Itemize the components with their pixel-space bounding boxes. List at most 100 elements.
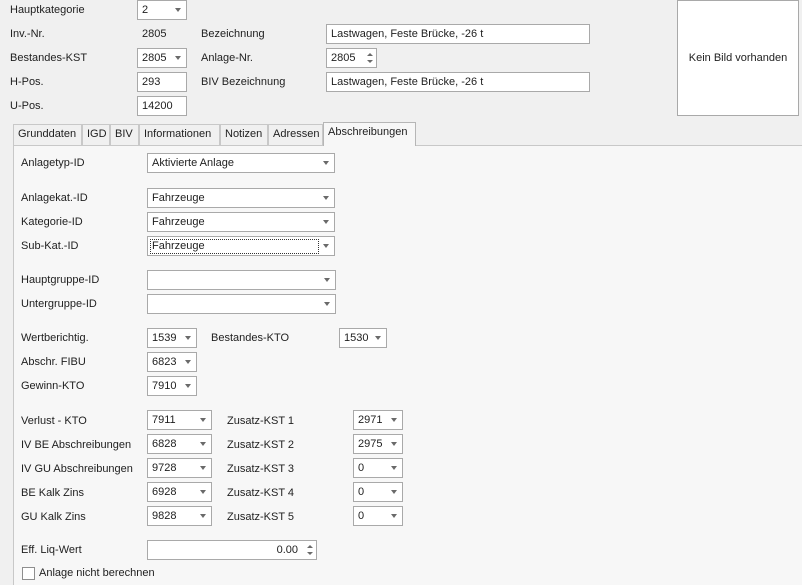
spinner-arrows-icon[interactable] xyxy=(306,542,314,558)
chevron-down-icon xyxy=(200,514,206,518)
zusatz-kst-4-select[interactable]: 0 xyxy=(353,482,403,502)
kategorie-select[interactable]: Fahrzeuge xyxy=(147,212,335,232)
gu-kalk-zins-value: 9828 xyxy=(152,510,177,522)
chevron-down-icon xyxy=(323,220,329,224)
anlagetyp-label: Anlagetyp-ID xyxy=(21,157,85,169)
anlagetyp-select[interactable]: Aktivierte Anlage xyxy=(147,153,335,173)
iv-gu-select[interactable]: 9728 xyxy=(147,458,212,478)
tab-adressen[interactable]: Adressen xyxy=(268,124,323,145)
tab-label: Grunddaten xyxy=(18,128,77,140)
hauptkategorie-select[interactable]: 2 xyxy=(137,0,187,20)
eff-liq-wert-label: Eff. Liq-Wert xyxy=(21,544,82,556)
subkat-select[interactable]: Fahrzeuge xyxy=(147,236,335,256)
tab-abschreibungen[interactable]: Abschreibungen xyxy=(323,122,416,146)
verlust-kto-select[interactable]: 7911 xyxy=(147,410,212,430)
anlagekat-label: Anlagekat.-ID xyxy=(21,192,88,204)
tab-notizen[interactable]: Notizen xyxy=(220,124,268,145)
h-pos-input[interactable]: 293 xyxy=(137,72,187,92)
anlage-nr-value: 2805 xyxy=(331,52,356,64)
hauptgruppe-select[interactable] xyxy=(147,270,336,290)
zusatz-kst-2-value: 2975 xyxy=(358,438,383,450)
tab-label: BIV xyxy=(115,128,133,140)
bezeichnung-label: Bezeichnung xyxy=(201,28,265,40)
iv-be-value: 6828 xyxy=(152,438,177,450)
chevron-down-icon xyxy=(324,278,330,282)
zusatz-kst-5-select[interactable]: 0 xyxy=(353,506,403,526)
chevron-down-icon xyxy=(323,244,329,248)
tab-igd[interactable]: IGD xyxy=(82,124,110,145)
iv-gu-value: 9728 xyxy=(152,462,177,474)
eff-liq-wert-spinner[interactable]: 0.00 xyxy=(147,540,317,560)
chevron-down-icon xyxy=(391,466,397,470)
zusatz-kst-4-label: Zusatz-KST 4 xyxy=(227,487,295,499)
gu-kalk-zins-select[interactable]: 9828 xyxy=(147,506,212,526)
gewinn-kto-value: 7910 xyxy=(152,380,177,392)
verlust-kto-label: Verlust - KTO xyxy=(21,415,87,427)
verlust-kto-value: 7911 xyxy=(152,414,176,426)
tab-label: Notizen xyxy=(225,128,263,140)
bestandes-kst-select[interactable]: 2805 xyxy=(137,48,187,68)
wertberichtig-select[interactable]: 1539 xyxy=(147,328,197,348)
chevron-down-icon xyxy=(185,336,191,340)
h-pos-value: 293 xyxy=(142,76,161,88)
image-placeholder-text: Kein Bild vorhanden xyxy=(688,52,788,64)
tab-label: IGD xyxy=(87,128,107,140)
anlagetyp-value: Aktivierte Anlage xyxy=(152,157,234,169)
h-pos-label: H-Pos. xyxy=(10,76,44,88)
iv-gu-label: IV GU Abschreibungen xyxy=(21,463,133,475)
anlage-nr-spinner[interactable]: 2805 xyxy=(326,48,377,68)
anlage-nicht-berechnen-checkbox[interactable] xyxy=(22,567,35,580)
spinner-arrows-icon[interactable] xyxy=(366,50,374,66)
tab-informationen[interactable]: Informationen xyxy=(139,124,220,145)
zusatz-kst-3-select[interactable]: 0 xyxy=(353,458,403,478)
zusatz-kst-3-label: Zusatz-KST 3 xyxy=(227,463,295,475)
abschr-fibu-label: Abschr. FIBU xyxy=(21,356,86,368)
chevron-down-icon xyxy=(200,490,206,494)
chevron-down-icon xyxy=(200,442,206,446)
chevron-down-icon xyxy=(185,360,191,364)
anlagekat-select[interactable]: Fahrzeuge xyxy=(147,188,335,208)
zusatz-kst-2-select[interactable]: 2975 xyxy=(353,434,403,454)
iv-be-select[interactable]: 6828 xyxy=(147,434,212,454)
image-placeholder[interactable]: Kein Bild vorhanden xyxy=(677,0,799,116)
bestandes-kto-label: Bestandes-KTO xyxy=(211,332,290,344)
abschr-fibu-select[interactable]: 6823 xyxy=(147,352,197,372)
tab-biv[interactable]: BIV xyxy=(110,124,139,145)
u-pos-input[interactable]: 14200 xyxy=(137,96,187,116)
be-kalk-zins-select[interactable]: 6928 xyxy=(147,482,212,502)
u-pos-value: 14200 xyxy=(142,100,173,112)
gewinn-kto-select[interactable]: 7910 xyxy=(147,376,197,396)
bestandes-kst-value: 2805 xyxy=(142,52,167,64)
chevron-down-icon xyxy=(375,336,381,340)
iv-be-label: IV BE Abschreibungen xyxy=(21,439,132,451)
biv-bezeichnung-input[interactable]: Lastwagen, Feste Brücke, -26 t xyxy=(326,72,590,92)
bestandes-kto-value: 1530 xyxy=(344,332,369,344)
anlage-nicht-berechnen-label[interactable]: Anlage nicht berechnen xyxy=(39,566,155,580)
zusatz-kst-4-value: 0 xyxy=(358,486,365,498)
hauptkategorie-label: Hauptkategorie xyxy=(10,4,85,16)
tab-label: Informationen xyxy=(144,128,212,140)
tab-label: Adressen xyxy=(273,128,320,140)
abschreibungen-panel xyxy=(13,145,802,585)
abschr-fibu-value: 6823 xyxy=(152,356,177,368)
zusatz-kst-5-value: 0 xyxy=(358,510,365,522)
hauptgruppe-label: Hauptgruppe-ID xyxy=(21,274,100,286)
anlage-nr-label: Anlage-Nr. xyxy=(201,52,253,64)
bezeichnung-input[interactable]: Lastwagen, Feste Brücke, -26 t xyxy=(326,24,590,44)
zusatz-kst-1-label: Zusatz-KST 1 xyxy=(227,415,295,427)
untergruppe-select[interactable] xyxy=(147,294,336,314)
chevron-down-icon xyxy=(200,418,206,422)
subkat-label: Sub-Kat.-ID xyxy=(21,240,79,252)
zusatz-kst-1-select[interactable]: 2971 xyxy=(353,410,403,430)
zusatz-kst-5-label: Zusatz-KST 5 xyxy=(227,511,295,523)
bestandes-kto-select[interactable]: 1530 xyxy=(339,328,387,348)
hauptkategorie-value: 2 xyxy=(142,4,149,16)
chevron-down-icon xyxy=(391,490,397,494)
tab-grunddaten[interactable]: Grunddaten xyxy=(13,124,82,145)
be-kalk-zins-value: 6928 xyxy=(152,486,177,498)
inv-nr-field: 2805 xyxy=(137,24,187,44)
chevron-down-icon xyxy=(391,514,397,518)
inv-nr-label: Inv.-Nr. xyxy=(10,28,45,40)
chevron-down-icon xyxy=(175,8,181,12)
zusatz-kst-1-value: 2971 xyxy=(358,414,383,426)
